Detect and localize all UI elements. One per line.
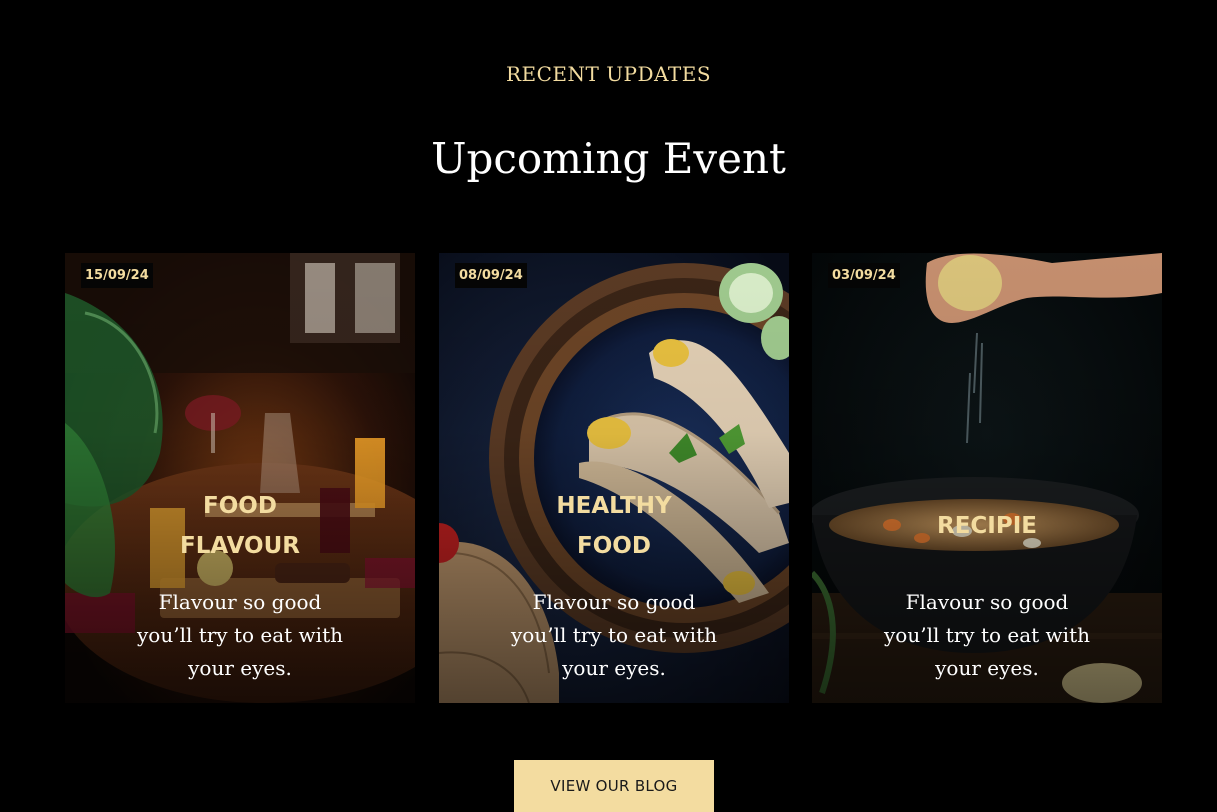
event-date-badge: 03/09/24	[828, 263, 900, 288]
event-description: Flavour so good you’ll try to eat with y…	[510, 590, 717, 680]
event-title-line2: FOOD	[577, 533, 651, 559]
event-title-line1: FOOD	[203, 493, 277, 519]
event-card-food-flavour[interactable]: 15/09/24 FOOD FLAVOUR Flavour so good yo…	[65, 253, 415, 703]
view-blog-button[interactable]: VIEW OUR BLOG	[514, 760, 714, 812]
event-card-recipie[interactable]: 03/09/24 RECIPIE Flavour so good you’ll …	[812, 253, 1162, 703]
event-title-line2: FLAVOUR	[180, 533, 300, 559]
event-description: Flavour so good you’ll try to eat with y…	[136, 590, 343, 680]
event-date-badge: 15/09/24	[81, 263, 153, 288]
recent-updates-eyebrow: RECENT UPDATES	[505, 62, 712, 86]
event-title[interactable]: RECIPIE	[852, 506, 1122, 546]
event-date-badge: 08/09/24	[455, 263, 527, 288]
event-card-healthy-food[interactable]: 08/09/24 HEALTHY FOOD Flavour so good yo…	[439, 253, 789, 703]
section-title: Upcoming Event	[431, 134, 786, 183]
event-title-line1: RECIPIE	[937, 513, 1037, 539]
event-title[interactable]: FOOD FLAVOUR	[105, 486, 375, 566]
event-title[interactable]: HEALTHY FOOD	[479, 486, 749, 566]
event-title-line1: HEALTHY	[556, 493, 672, 519]
event-description: Flavour so good you’ll try to eat with y…	[883, 590, 1090, 680]
